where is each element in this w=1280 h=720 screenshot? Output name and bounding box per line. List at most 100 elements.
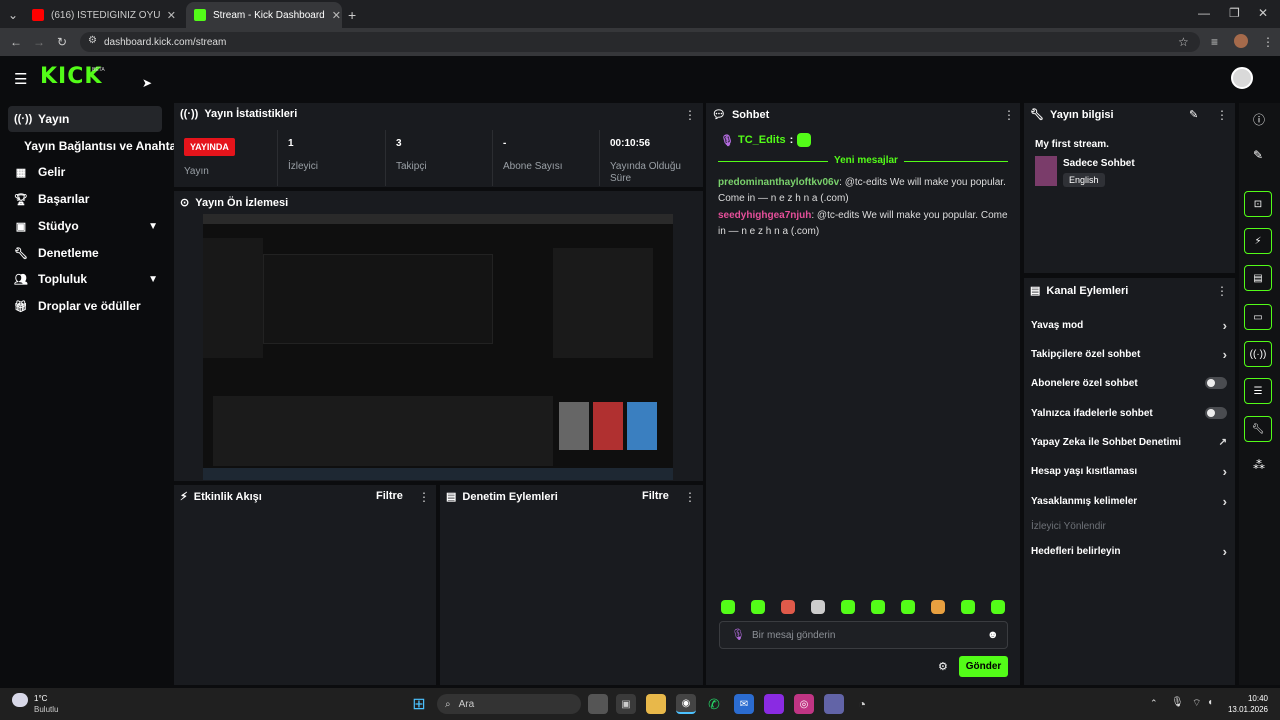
edit-pencil-icon[interactable]: ✎ [1253,148,1263,162]
app-icon[interactable] [764,694,784,714]
browser-tab-youtube[interactable]: (616) İSTEDİĞİNİZ OYUNU OYN ✕ [24,2,184,28]
microphone-icon[interactable]: 🎙︎ [1171,697,1184,708]
whatsapp-icon[interactable]: ✆ [704,694,724,714]
wrench-icon[interactable]: 🔧︎ [1244,416,1272,442]
more-options-icon[interactable]: ⋮ [1216,284,1228,298]
emote-icon[interactable] [841,600,855,614]
mail-icon[interactable]: ✉ [734,694,754,714]
more-options-icon[interactable]: ⋮ [1216,108,1228,122]
emote-icon[interactable] [781,600,795,614]
bolt-icon[interactable]: ⚡︎ [1244,228,1272,254]
store-icon[interactable]: ▣ [616,694,636,714]
bookmark-star-icon[interactable]: ☆ [1178,35,1189,49]
edit-pencil-icon[interactable]: ✎ [1189,108,1198,121]
stream-preview-video[interactable] [203,214,673,480]
customize-icon[interactable]: ⁂ [1253,458,1265,472]
chat-message[interactable]: predominanthayloftkv06v: @tc-edits We wi… [718,175,1008,207]
info-icon[interactable]: ⓘ [1253,111,1265,128]
emote-icon[interactable] [751,600,765,614]
chat-username[interactable]: seedyhighgea7njuh [718,210,811,221]
emote-icon[interactable] [871,600,885,614]
action-banned-words[interactable]: Yasaklanmış kelimeler › [1031,487,1227,515]
taskbar-search[interactable]: ⌕ Ara [437,694,581,714]
more-options-icon[interactable]: ⋮ [684,108,696,122]
action-subscribers-only[interactable]: Abonelere özel sohbet [1031,369,1227,397]
emote-icon[interactable] [901,600,915,614]
pinned-user[interactable]: 🎙︎ TC_Edits: [720,133,812,147]
close-icon[interactable]: ✕ [167,9,176,22]
task-view-icon[interactable] [588,694,608,714]
new-tab-icon[interactable]: + [348,7,356,23]
sidebar-item-studyo[interactable]: ▣ Stüdyo ▼ [8,213,162,239]
action-emotes-only[interactable]: Yalnızca ifadelerle sohbet [1031,399,1227,427]
clock-date[interactable]: 13.01.2026 [1222,705,1268,714]
action-ai-moderation[interactable]: Yapay Zeka ile Sohbet Denetimi ↗ [1031,428,1227,456]
sidebar-item-denetleme[interactable]: 🔧︎ Denetleme [8,240,162,266]
emote-icon[interactable] [961,600,975,614]
browser-menu-icon[interactable]: ⋮ [1262,35,1274,49]
action-account-age[interactable]: Hesap yaşı kısıtlaması › [1031,457,1227,485]
instagram-icon[interactable]: ◎ [794,694,814,714]
more-options-icon[interactable]: ⋮ [1003,108,1015,122]
tab-menu-icon[interactable]: ⌄ [8,8,18,22]
app-icon[interactable]: ◔ [852,694,872,714]
maximize-icon[interactable]: ❐ [1229,6,1240,20]
weather-text[interactable]: Bulutlu [34,705,58,714]
file-explorer-icon[interactable] [646,694,666,714]
activity-feed-panel [174,485,436,685]
language-tag: English [1063,173,1105,187]
chat-username[interactable]: predominanthayloftkv06v [718,177,839,188]
more-options-icon[interactable]: ⋮ [684,490,696,504]
browser-tab-kick[interactable]: Stream - Kick Dashboard ✕ [186,2,342,28]
emoji-picker-icon[interactable]: ☻ [987,629,999,641]
close-icon[interactable]: ✕ [332,9,341,22]
address-bar[interactable]: dashboard.kick.com/stream [80,32,1200,52]
clock-time[interactable]: 10:40 [1222,694,1268,703]
chat-message[interactable]: seedyhighgea7njuh: @tc-edits We will mak… [718,208,1008,240]
stream-category[interactable]: Sadece Sohbet [1063,158,1135,169]
minimize-icon[interactable]: — [1198,6,1210,20]
hamburger-menu-icon[interactable]: ☰ [14,70,27,88]
volume-icon[interactable]: ◖ [1207,697,1213,708]
activity-filter-button[interactable]: Filtre [376,490,403,502]
moderation-filter-button[interactable]: Filtre [642,490,669,502]
tab-title: Stream - Kick Dashboard [213,9,325,21]
emote-icon[interactable] [721,600,735,614]
action-slow-mode[interactable]: Yavaş mod › [1031,311,1227,339]
broadcast-icon[interactable]: ((·)) [1244,341,1272,367]
windows-start-icon[interactable]: ⊞ [409,694,429,714]
reading-list-icon[interactable]: ≡ [1211,35,1218,49]
focus-icon[interactable]: ⊡ [1244,191,1272,217]
sidebar-item-yayin[interactable]: ((·)) Yayın [8,106,162,132]
sidebar-item-droplar[interactable]: 🎁︎ Droplar ve ödüller [8,293,162,319]
chat-bubble-icon[interactable]: ▭ [1244,304,1272,330]
action-set-goals[interactable]: Hedefleri belirleyin › [1031,537,1227,565]
chrome-icon[interactable]: ◉ [676,694,696,714]
layout-icon[interactable]: ☰ [1244,378,1272,404]
send-button[interactable]: Gönder [959,656,1008,677]
emotes-only-toggle[interactable] [1205,407,1227,419]
tray-expand-icon[interactable]: ⌃ [1150,698,1158,709]
wifi-icon[interactable]: ⌔ [1192,697,1201,710]
sidebar-item-gelir[interactable]: ▦ Gelir [8,159,162,185]
weather-temperature[interactable]: 1°C [34,694,47,703]
sidebar-item-topluluk[interactable]: 👥︎ Topluluk ▼ [8,266,162,292]
document-icon[interactable]: ▤ [1244,265,1272,291]
browser-profile-avatar[interactable] [1234,34,1248,48]
teams-icon[interactable] [824,694,844,714]
subscribers-only-toggle[interactable] [1205,377,1227,389]
site-info-icon[interactable]: ⚙ [88,35,97,46]
sidebar-item-basarilar[interactable]: 🏆︎ Başarılar [8,186,162,212]
user-avatar[interactable] [1231,67,1253,89]
back-icon[interactable]: ← [10,35,22,49]
forward-icon[interactable]: → [33,35,45,49]
chat-settings-gear-icon[interactable]: ⚙ [938,660,948,673]
reload-icon[interactable]: ↻ [57,35,67,49]
more-options-icon[interactable]: ⋮ [418,490,430,504]
action-followers-only[interactable]: Takipçilere özel sohbet › [1031,340,1227,368]
emote-icon[interactable] [931,600,945,614]
window-close-icon[interactable]: ✕ [1258,6,1268,20]
emote-icon[interactable] [811,600,825,614]
emote-icon[interactable] [991,600,1005,614]
sidebar-item-stream-key[interactable]: Yayın Bağlantısı ve Anahtarı [18,133,184,159]
